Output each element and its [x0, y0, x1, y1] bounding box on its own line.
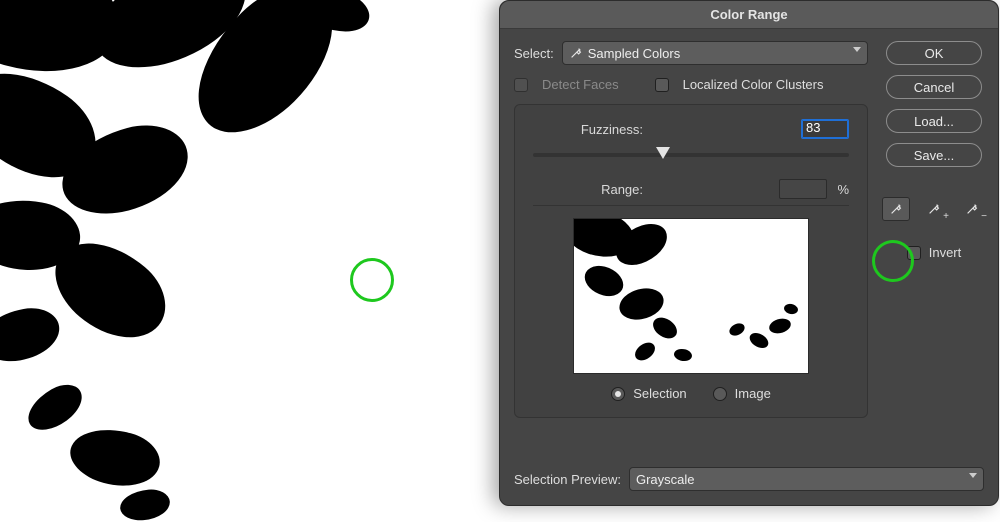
localized-checkbox[interactable] — [655, 78, 669, 92]
select-value: Sampled Colors — [588, 46, 681, 61]
eyedropper-subtract-tool[interactable]: − — [958, 197, 986, 221]
eyedropper-tool[interactable] — [882, 197, 910, 221]
selection-preview-dropdown[interactable]: Grayscale — [629, 467, 984, 491]
fuzziness-slider[interactable] — [533, 145, 849, 165]
eyedropper-icon — [569, 46, 583, 60]
range-label: Range: — [533, 182, 643, 197]
ok-button[interactable]: OK — [886, 41, 982, 65]
cancel-button[interactable]: Cancel — [886, 75, 982, 99]
slider-track — [533, 153, 849, 157]
range-input — [779, 179, 827, 199]
preview-mode-image-radio[interactable] — [713, 387, 727, 401]
artwork-leaf — [64, 419, 165, 495]
artwork-leaf — [20, 377, 89, 437]
select-label: Select: — [514, 46, 554, 61]
artwork-leaf — [0, 303, 64, 366]
selection-preview-label: Selection Preview: — [514, 472, 621, 487]
eyedropper-icon — [927, 202, 941, 216]
dialog-title[interactable]: Color Range — [500, 1, 998, 29]
select-dropdown[interactable]: Sampled Colors — [562, 41, 868, 65]
range-unit: % — [837, 182, 849, 197]
eyedropper-icon — [889, 202, 903, 216]
detect-faces-label: Detect Faces — [542, 77, 619, 92]
color-range-dialog: Color Range Select: Sampled Colors Detec… — [499, 0, 999, 506]
save-button[interactable]: Save... — [886, 143, 982, 167]
selection-preview-image[interactable] — [573, 218, 809, 374]
invert-label[interactable]: Invert — [929, 245, 962, 260]
invert-checkbox[interactable] — [907, 246, 921, 260]
plus-icon: + — [943, 211, 949, 222]
fuzziness-label: Fuzziness: — [533, 122, 643, 137]
selection-preview-value: Grayscale — [636, 472, 695, 487]
load-button[interactable]: Load... — [886, 109, 982, 133]
slider-thumb[interactable] — [656, 147, 670, 159]
eyedropper-icon — [965, 202, 979, 216]
localized-label: Localized Color Clusters — [683, 77, 824, 92]
minus-icon: − — [981, 211, 987, 222]
chevron-down-icon — [969, 473, 977, 478]
artwork-leaf — [119, 488, 171, 522]
preview-mode-selection-radio[interactable] — [611, 387, 625, 401]
detect-faces-checkbox — [514, 78, 528, 92]
document-canvas[interactable] — [0, 0, 500, 507]
sample-cursor-icon — [350, 258, 394, 302]
preview-mode-selection-label[interactable]: Selection — [633, 386, 686, 401]
preview-mode-image-label[interactable]: Image — [735, 386, 771, 401]
eyedropper-add-tool[interactable]: + — [920, 197, 948, 221]
chevron-down-icon — [853, 47, 861, 52]
fuzziness-input[interactable]: 83 — [801, 119, 849, 139]
